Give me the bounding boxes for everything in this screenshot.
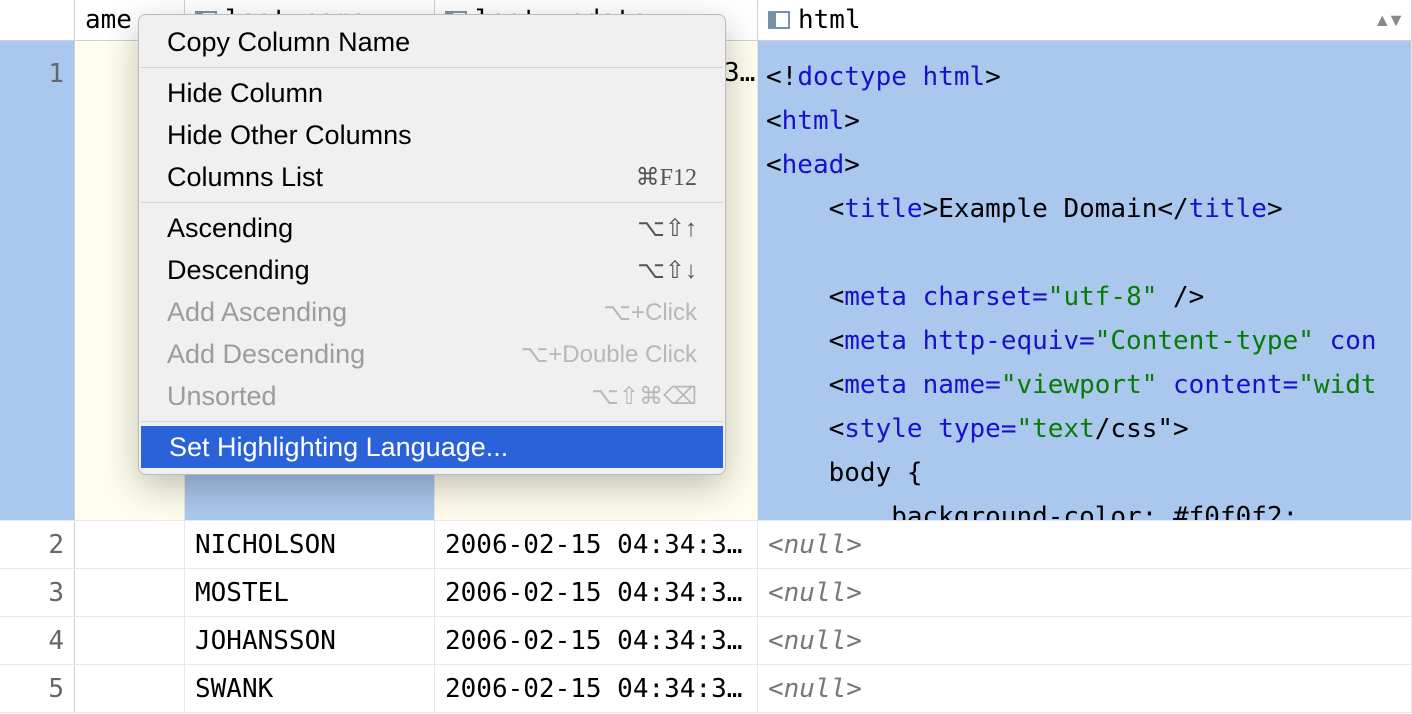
table-row[interactable]: 5 SWANK 2006-02-15 04:34:3… <null>: [0, 665, 1412, 713]
cell-firstname[interactable]: [75, 521, 185, 568]
row-number: 5: [0, 665, 75, 712]
row-number: 3: [0, 569, 75, 616]
cell-lastname[interactable]: SWANK: [185, 665, 435, 712]
col-firstname-label: ame: [85, 5, 132, 35]
menu-copy-column-name[interactable]: Copy Column Name: [139, 21, 725, 63]
cell-lastupdate[interactable]: 2006-02-15 04:34:3…: [435, 521, 758, 568]
menu-separator: [141, 421, 723, 422]
menu-add-descending: Add Descending ⌥+Double Click: [139, 333, 725, 375]
table-row[interactable]: 4 JOHANSSON 2006-02-15 04:34:3… <null>: [0, 617, 1412, 665]
row-number: 1: [0, 41, 75, 520]
row-number: 2: [0, 521, 75, 568]
col-html-label: html: [798, 5, 861, 35]
menu-label: Columns List: [167, 162, 323, 193]
menu-columns-list[interactable]: Columns List ⌘F12: [139, 156, 725, 198]
cell-firstname[interactable]: [75, 617, 185, 664]
menu-label: Set Highlighting Language...: [169, 432, 508, 463]
table-row[interactable]: 3 MOSTEL 2006-02-15 04:34:3… <null>: [0, 569, 1412, 617]
cell-html[interactable]: <null>: [758, 665, 1412, 712]
menu-descending[interactable]: Descending ⌥⇧↓: [139, 249, 725, 291]
cell-firstname[interactable]: [75, 569, 185, 616]
menu-shortcut: ⌘F12: [636, 163, 697, 192]
html-code-preview: <!doctype html> <html> <head> <title>Exa…: [758, 41, 1385, 520]
menu-label: Ascending: [167, 213, 293, 244]
menu-add-ascending: Add Ascending ⌥+Click: [139, 291, 725, 333]
col-html-header[interactable]: html ▲▼: [758, 0, 1412, 40]
cell-firstname[interactable]: [75, 665, 185, 712]
cell-lastname[interactable]: JOHANSSON: [185, 617, 435, 664]
menu-label: Add Ascending: [167, 297, 347, 328]
cell-html[interactable]: <null>: [758, 617, 1412, 664]
cell-lastname[interactable]: NICHOLSON: [185, 521, 435, 568]
menu-shortcut: ⌥⇧⌘⌫: [591, 382, 697, 411]
column-icon: [768, 11, 790, 29]
menu-separator: [141, 202, 723, 203]
menu-hide-other-columns[interactable]: Hide Other Columns: [139, 114, 725, 156]
cell-lastupdate[interactable]: 2006-02-15 04:34:3…: [435, 617, 758, 664]
menu-set-highlighting-language[interactable]: Set Highlighting Language...: [141, 426, 723, 468]
menu-label: Hide Other Columns: [167, 120, 412, 151]
cell-html-code-preview[interactable]: <!doctype html> <html> <head> <title>Exa…: [758, 41, 1412, 520]
menu-shortcut: ⌥⇧↓: [637, 256, 697, 285]
menu-shortcut: ⌥+Click: [603, 298, 697, 327]
menu-label: Add Descending: [167, 339, 365, 370]
sort-icon-html[interactable]: ▲▼: [1373, 10, 1401, 31]
menu-label: Hide Column: [167, 78, 323, 109]
table-row[interactable]: 2 NICHOLSON 2006-02-15 04:34:3… <null>: [0, 521, 1412, 569]
row1-lastupdate-tail: 3…: [724, 58, 755, 88]
menu-shortcut: ⌥+Double Click: [521, 340, 697, 369]
menu-shortcut: ⌥⇧↑: [637, 214, 697, 243]
menu-unsorted: Unsorted ⌥⇧⌘⌫: [139, 375, 725, 417]
menu-hide-column[interactable]: Hide Column: [139, 72, 725, 114]
col-rownum-header: [0, 0, 75, 40]
menu-ascending[interactable]: Ascending ⌥⇧↑: [139, 207, 725, 249]
menu-separator: [141, 67, 723, 68]
cell-html[interactable]: <null>: [758, 569, 1412, 616]
row-number: 4: [0, 617, 75, 664]
menu-label: Descending: [167, 255, 310, 286]
cell-lastupdate[interactable]: 2006-02-15 04:34:3…: [435, 569, 758, 616]
menu-label: Unsorted: [167, 381, 277, 412]
cell-lastupdate[interactable]: 2006-02-15 04:34:3…: [435, 665, 758, 712]
menu-label: Copy Column Name: [167, 27, 410, 58]
cell-lastname[interactable]: MOSTEL: [185, 569, 435, 616]
context-menu[interactable]: Copy Column Name Hide Column Hide Other …: [138, 14, 726, 475]
cell-html[interactable]: <null>: [758, 521, 1412, 568]
